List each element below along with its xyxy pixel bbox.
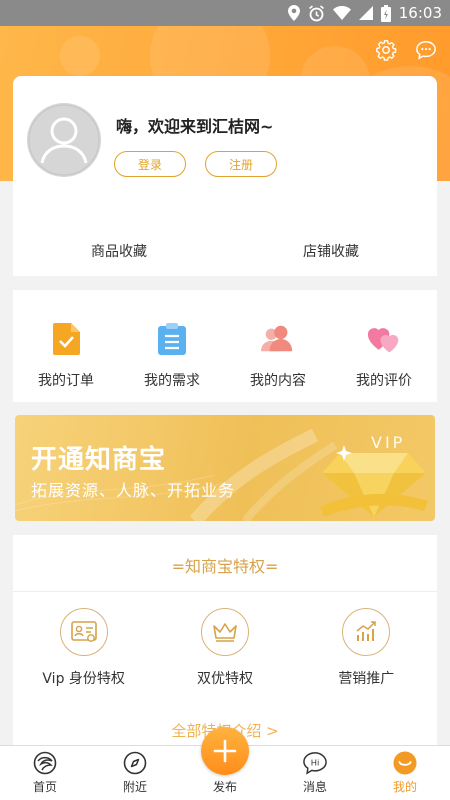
login-button[interactable]: 登录 [114, 151, 186, 177]
nav-label: 首页 [32, 780, 57, 794]
status-time: 16:03 [398, 4, 442, 22]
svg-text:Hi: Hi [311, 757, 320, 767]
quick-item-content[interactable]: 我的内容 [225, 290, 331, 402]
privileges-card: =知商宝特权= Vip 身份特权 双优特权 营销推广 全部特权介绍 > [13, 535, 437, 750]
profile-card: 嗨，欢迎来到汇桔网~ 登录 注册 商品收藏 店铺收藏 [13, 76, 437, 276]
publish-button[interactable] [201, 727, 249, 775]
nav-home[interactable]: 首页 [0, 746, 90, 800]
signal-icon [358, 6, 373, 20]
privileges-title: =知商宝特权= [13, 553, 437, 577]
nav-label: 附近 [122, 780, 147, 794]
quick-item-orders[interactable]: 我的订单 [13, 290, 119, 402]
quick-item-label: 我的需求 [144, 373, 200, 389]
crown-icon [200, 608, 249, 656]
alarm-icon [308, 4, 325, 22]
location-icon [287, 5, 300, 21]
nav-messages[interactable]: Hi 消息 [270, 746, 360, 800]
wifi-icon [332, 6, 351, 20]
quick-item-demands[interactable]: 我的需求 [119, 290, 225, 402]
welcome-greeting: 嗨，欢迎来到汇桔网~ [116, 117, 274, 136]
home-icon [33, 751, 57, 775]
smile-icon [393, 751, 417, 775]
privilege-label: Vip 身份特权 [42, 671, 125, 687]
quick-item-reviews[interactable]: 我的评价 [331, 290, 437, 402]
people-icon [261, 322, 295, 356]
nav-label: 发布 [212, 780, 237, 794]
title-deco-right: = [265, 557, 279, 576]
privilege-vip-identity[interactable]: Vip 身份特权 [13, 608, 154, 688]
nav-nearby[interactable]: 附近 [90, 746, 180, 800]
privilege-marketing[interactable]: 营销推广 [296, 608, 437, 688]
quick-menu: 我的订单 我的需求 我的内容 我的评价 [13, 290, 437, 402]
privileges-title-text: 知商宝特权 [184, 557, 265, 576]
store-favorites-link[interactable]: 店铺收藏 [225, 241, 437, 261]
title-deco-left: = [171, 557, 185, 576]
order-icon [49, 322, 83, 356]
divider [13, 591, 437, 592]
nav-label: 消息 [302, 780, 327, 794]
hearts-icon [367, 322, 401, 356]
favorites-row: 商品收藏 店铺收藏 [13, 226, 437, 276]
quick-item-label: 我的评价 [356, 373, 412, 389]
gear-icon[interactable] [374, 38, 398, 62]
avatar[interactable] [27, 103, 101, 177]
quick-item-label: 我的订单 [38, 373, 94, 389]
product-favorites-link[interactable]: 商品收藏 [13, 241, 225, 261]
user-silhouette-icon [28, 104, 100, 176]
diamond-icon [320, 445, 428, 517]
vip-promo-banner[interactable]: 开通知商宝 拓展资源、人脉、开拓业务 VIP [15, 415, 435, 521]
chat-bubble-icon[interactable] [414, 38, 438, 62]
banner-subtitle: 拓展资源、人脉、开拓业务 [31, 481, 236, 500]
header-actions [374, 38, 438, 62]
clipboard-icon [155, 322, 189, 356]
battery-charging-icon [380, 4, 391, 22]
id-card-icon [59, 608, 108, 656]
privilege-label: 双优特权 [196, 671, 253, 687]
hi-bubble-icon: Hi [303, 751, 327, 775]
compass-icon [123, 751, 147, 775]
privilege-dual-advantage[interactable]: 双优特权 [154, 608, 295, 688]
privileges-list: Vip 身份特权 双优特权 营销推广 [13, 608, 437, 688]
nav-mine[interactable]: 我的 [360, 746, 450, 800]
register-button[interactable]: 注册 [205, 151, 277, 177]
privilege-label: 营销推广 [338, 671, 395, 687]
quick-item-label: 我的内容 [250, 373, 306, 389]
growth-chart-icon [342, 608, 391, 656]
status-bar: 16:03 [0, 0, 450, 26]
plus-icon [213, 739, 237, 763]
nav-label: 我的 [392, 780, 417, 794]
banner-title: 开通知商宝 [31, 445, 167, 475]
